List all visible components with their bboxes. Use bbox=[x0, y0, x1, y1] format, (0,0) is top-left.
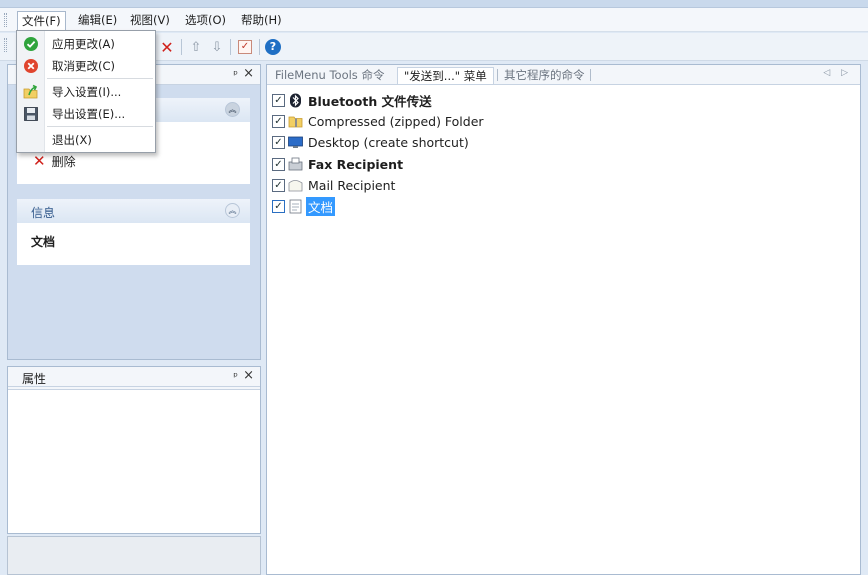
tab-scroll-arrows[interactable]: ◁ ▷ bbox=[823, 68, 852, 78]
window-top-border bbox=[0, 0, 868, 8]
toolbar-separator bbox=[259, 39, 260, 55]
info-group-title: 信息 bbox=[31, 206, 56, 220]
menu-item-label: 退出(X) bbox=[52, 133, 92, 147]
item-label: Mail Recipient bbox=[308, 178, 396, 193]
check-button[interactable]: ✓ bbox=[236, 38, 254, 56]
commands-pane: FileMenu Tools 命令 "发送到..." 菜单 其它程序的命令 ◁ … bbox=[266, 64, 861, 575]
toolbar-separator bbox=[230, 39, 231, 55]
checklist-icon: ✓ bbox=[238, 40, 252, 54]
tab-filemenu-commands[interactable]: FileMenu Tools 命令 bbox=[269, 67, 390, 84]
zip-folder-icon bbox=[288, 116, 303, 128]
tab-other-programs[interactable]: 其它程序的命令 bbox=[498, 67, 591, 84]
item-label: Bluetooth 文件传送 bbox=[308, 94, 432, 109]
checkbox[interactable]: ✓ bbox=[272, 115, 285, 128]
menu-bar: 文件(F) 编辑(E) 视图(V) 选项(O) 帮助(H) bbox=[0, 8, 868, 33]
toolbar-grip bbox=[4, 38, 7, 52]
task-delete[interactable]: ✕ 删除 bbox=[33, 152, 76, 170]
menu-export-settings[interactable]: 导出设置(E)... bbox=[17, 103, 155, 125]
delete-icon: ✕ bbox=[160, 37, 174, 57]
toolbar-separator bbox=[181, 39, 182, 55]
delete-icon: ✕ bbox=[33, 152, 46, 170]
item-label: Compressed (zipped) Folder bbox=[308, 114, 484, 129]
menu-exit[interactable]: 退出(X) bbox=[17, 129, 155, 151]
menu-help[interactable]: 帮助(H) bbox=[237, 11, 286, 29]
list-item[interactable]: ✓ Desktop (create shortcut) bbox=[272, 133, 471, 152]
delete-button[interactable]: ✕ bbox=[158, 37, 176, 57]
file-menu-dropdown: 应用更改(A) 取消更改(C) 导入设置(I)... 导出设置(E)... 退出… bbox=[16, 30, 156, 153]
move-down-button[interactable]: ⇩ bbox=[208, 38, 226, 56]
check-circle-icon bbox=[24, 37, 38, 51]
menu-item-label: 应用更改(A) bbox=[52, 37, 115, 51]
info-group-header[interactable]: 信息 ︽ bbox=[17, 199, 250, 223]
item-label: Fax Recipient bbox=[308, 157, 404, 172]
desktop-icon bbox=[288, 136, 303, 148]
checkbox[interactable]: ✓ bbox=[272, 94, 285, 107]
item-label: 文档 bbox=[306, 197, 336, 216]
tab-bar: FileMenu Tools 命令 "发送到..." 菜单 其它程序的命令 ◁ … bbox=[267, 65, 860, 85]
menu-options[interactable]: 选项(O) bbox=[181, 11, 230, 29]
properties-pane: 属性 ᵖ × bbox=[7, 366, 261, 534]
pin-icon[interactable]: ᵖ bbox=[233, 68, 238, 81]
menu-import-settings[interactable]: 导入设置(I)... bbox=[17, 81, 155, 103]
bluetooth-icon bbox=[290, 93, 301, 108]
tab-send-to[interactable]: "发送到..." 菜单 bbox=[397, 67, 494, 84]
close-icon[interactable]: × bbox=[243, 66, 254, 81]
task-delete-label: 删除 bbox=[51, 154, 76, 169]
fax-icon bbox=[288, 157, 303, 171]
item-label: Desktop (create shortcut) bbox=[308, 135, 469, 150]
documents-icon bbox=[289, 199, 302, 214]
list-item[interactable]: ✓ Compressed (zipped) Folder bbox=[272, 112, 486, 131]
collapse-icon[interactable]: ︽ bbox=[225, 203, 240, 218]
list-item[interactable]: ✓ Bluetooth 文件传送 bbox=[272, 91, 434, 110]
menu-separator bbox=[47, 126, 153, 127]
properties-body bbox=[8, 389, 260, 533]
properties-header: 属性 ᵖ × bbox=[8, 367, 260, 387]
description-pane bbox=[7, 536, 261, 575]
arrow-down-icon: ⇩ bbox=[211, 39, 223, 55]
mail-icon bbox=[288, 180, 303, 192]
info-text: 文档 bbox=[31, 235, 56, 249]
menu-view[interactable]: 视图(V) bbox=[126, 11, 174, 29]
checkbox[interactable]: ✓ bbox=[272, 158, 285, 171]
menu-item-label: 取消更改(C) bbox=[52, 59, 116, 73]
save-disk-icon bbox=[24, 107, 38, 121]
help-button[interactable]: ? bbox=[264, 38, 282, 56]
menu-item-label: 导出设置(E)... bbox=[52, 107, 126, 121]
close-icon[interactable]: × bbox=[243, 368, 254, 383]
info-group: 信息 ︽ 文档 bbox=[17, 199, 250, 265]
menu-item-label: 导入设置(I)... bbox=[52, 85, 122, 99]
menu-apply-changes[interactable]: 应用更改(A) bbox=[17, 33, 155, 55]
menu-grip bbox=[4, 13, 7, 27]
menu-edit[interactable]: 编辑(E) bbox=[74, 11, 121, 29]
cancel-circle-icon bbox=[24, 59, 38, 73]
arrow-up-icon: ⇧ bbox=[190, 39, 202, 55]
list-item[interactable]: ✓ 文档 bbox=[272, 197, 336, 216]
checkbox[interactable]: ✓ bbox=[272, 200, 285, 213]
properties-title: 属性 bbox=[22, 372, 47, 386]
help-icon: ? bbox=[265, 39, 281, 55]
menu-separator bbox=[47, 78, 153, 79]
menu-cancel-changes[interactable]: 取消更改(C) bbox=[17, 55, 155, 77]
import-icon bbox=[23, 84, 38, 99]
pin-icon[interactable]: ᵖ bbox=[233, 370, 238, 383]
checkbox[interactable]: ✓ bbox=[272, 179, 285, 192]
checkbox[interactable]: ✓ bbox=[272, 136, 285, 149]
list-item[interactable]: ✓ Mail Recipient bbox=[272, 176, 397, 195]
tab-separator bbox=[590, 69, 591, 81]
move-up-button[interactable]: ⇧ bbox=[187, 38, 205, 56]
list-item[interactable]: ✓ Fax Recipient bbox=[272, 155, 405, 174]
collapse-icon[interactable]: ︽ bbox=[225, 102, 240, 117]
